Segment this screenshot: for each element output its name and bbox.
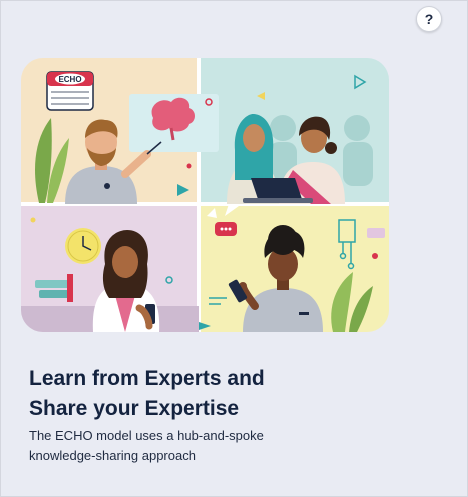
onboarding-screen: ? ECHO Learn from Experts and Share your… xyxy=(0,0,468,497)
page-title: Learn from Experts and Share your Expert… xyxy=(29,364,449,424)
page-description-line-1: The ECHO model uses a hub-and-spoke xyxy=(29,428,264,443)
page-title-line-1: Learn from Experts and xyxy=(29,367,265,390)
page-title-line-2: Share your Expertise xyxy=(29,397,240,420)
question-icon: ? xyxy=(424,11,434,27)
calendar-label: ECHO xyxy=(58,75,81,84)
help-button[interactable]: ? xyxy=(416,6,442,32)
chat-bubble-icon xyxy=(215,222,237,236)
page-description-line-2: knowledge-sharing approach xyxy=(29,448,196,463)
page-description: The ECHO model uses a hub-and-spoke know… xyxy=(29,426,449,466)
hub-and-spoke-illustration: ECHO xyxy=(21,58,389,332)
clock-icon xyxy=(65,228,101,264)
calendar-icon: ECHO xyxy=(46,71,94,111)
